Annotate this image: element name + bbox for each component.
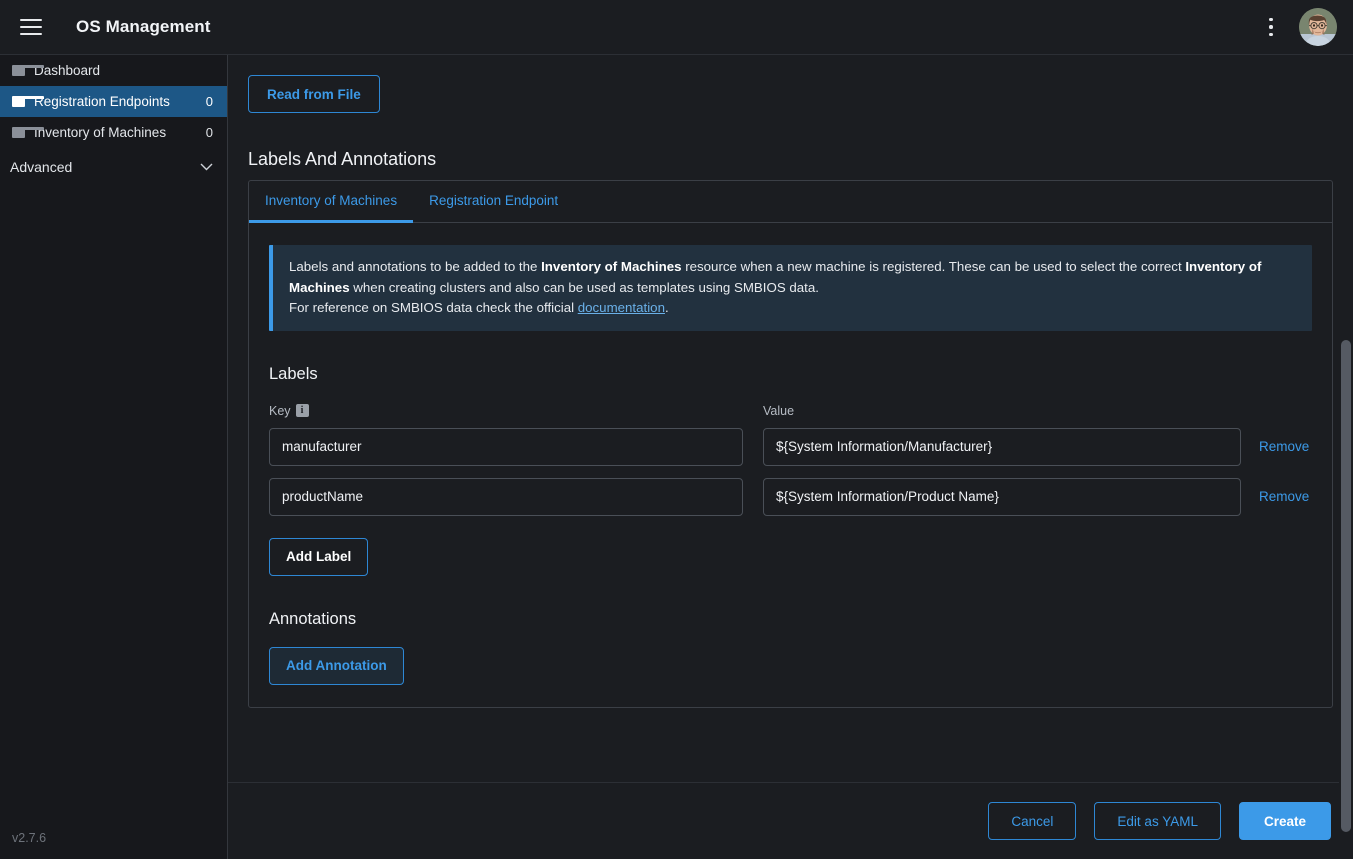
kebab-menu-icon[interactable] bbox=[1259, 12, 1283, 42]
sidebar-item-registration-endpoints[interactable]: Registration Endpoints 0 bbox=[0, 86, 227, 117]
sidebar-item-inventory-of-machines[interactable]: Inventory of Machines 0 bbox=[0, 117, 227, 148]
hamburger-line bbox=[20, 26, 42, 28]
remove-label-link[interactable]: Remove bbox=[1259, 489, 1309, 504]
labels-column-headers: Key i Value bbox=[269, 404, 1312, 418]
version-label: v2.7.6 bbox=[0, 831, 227, 859]
page-title: Labels And Annotations bbox=[248, 149, 1333, 170]
read-from-file-button[interactable]: Read from File bbox=[248, 75, 380, 113]
kebab-dot bbox=[1269, 18, 1273, 22]
sidebar-item-label: Registration Endpoints bbox=[34, 94, 170, 109]
tab-inventory-of-machines[interactable]: Inventory of Machines bbox=[249, 181, 413, 223]
info-text-part2: resource when a new machine is registere… bbox=[682, 259, 1186, 274]
chevron-down-icon bbox=[200, 163, 213, 171]
label-row: Remove bbox=[269, 428, 1312, 466]
app-root: OS Management bbox=[0, 0, 1353, 859]
labels-heading: Labels bbox=[269, 365, 1312, 384]
info-text-line2-pre: For reference on SMBIOS data check the o… bbox=[289, 300, 578, 315]
info-text-part1: Labels and annotations to be added to th… bbox=[289, 259, 541, 274]
label-value-input[interactable] bbox=[763, 478, 1241, 516]
top-bar-actions bbox=[1259, 8, 1337, 46]
label-key-input[interactable] bbox=[269, 428, 743, 466]
main-scroll-area: Read from File Labels And Annotations In… bbox=[228, 55, 1353, 782]
label-row: Remove bbox=[269, 478, 1312, 516]
labels-annotations-panel: Inventory of Machines Registration Endpo… bbox=[248, 180, 1333, 708]
info-text-bold1: Inventory of Machines bbox=[541, 259, 681, 274]
create-button[interactable]: Create bbox=[1239, 802, 1331, 840]
cancel-button[interactable]: Cancel bbox=[988, 802, 1076, 840]
kebab-dot bbox=[1269, 25, 1273, 29]
edit-as-yaml-button[interactable]: Edit as YAML bbox=[1094, 802, 1221, 840]
sidebar-group-advanced[interactable]: Advanced bbox=[0, 150, 227, 184]
panel-body: Labels and annotations to be added to th… bbox=[249, 223, 1332, 707]
page-scrollbar-thumb[interactable] bbox=[1341, 340, 1351, 832]
hamburger-menu-icon[interactable] bbox=[16, 12, 46, 42]
body-row: Dashboard Registration Endpoints 0 Inven… bbox=[0, 55, 1353, 859]
tab-bar: Inventory of Machines Registration Endpo… bbox=[249, 181, 1332, 223]
info-text-part3: when creating clusters and also can be u… bbox=[350, 280, 819, 295]
avatar[interactable] bbox=[1299, 8, 1337, 46]
label-value-input[interactable] bbox=[763, 428, 1241, 466]
tab-registration-endpoint[interactable]: Registration Endpoint bbox=[413, 181, 574, 223]
app-title: OS Management bbox=[76, 17, 211, 37]
key-header-label: Key bbox=[269, 404, 291, 418]
sidebar-item-dashboard[interactable]: Dashboard bbox=[0, 55, 227, 86]
key-column-header: Key i bbox=[269, 404, 743, 418]
info-text-line2-post: . bbox=[665, 300, 669, 315]
label-key-input[interactable] bbox=[269, 478, 743, 516]
hamburger-line bbox=[20, 33, 42, 35]
sidebar-item-count: 0 bbox=[206, 125, 213, 140]
remove-label-link[interactable]: Remove bbox=[1259, 439, 1309, 454]
main-content: Read from File Labels And Annotations In… bbox=[228, 55, 1353, 859]
folder-icon bbox=[12, 127, 25, 138]
annotations-heading: Annotations bbox=[269, 610, 1312, 629]
folder-icon bbox=[12, 65, 25, 76]
footer-action-bar: Cancel Edit as YAML Create bbox=[228, 782, 1353, 859]
sidebar-item-label: Inventory of Machines bbox=[34, 125, 166, 140]
avatar-image bbox=[1299, 8, 1337, 46]
page-scrollbar-track[interactable] bbox=[1339, 55, 1353, 859]
folder-icon bbox=[12, 96, 25, 107]
documentation-link[interactable]: documentation bbox=[578, 300, 665, 315]
top-bar: OS Management bbox=[0, 0, 1353, 55]
hamburger-line bbox=[20, 19, 42, 21]
value-header-label: Value bbox=[763, 404, 794, 418]
sidebar: Dashboard Registration Endpoints 0 Inven… bbox=[0, 55, 228, 859]
add-annotation-button[interactable]: Add Annotation bbox=[269, 647, 404, 685]
value-column-header: Value bbox=[763, 404, 1241, 418]
sidebar-item-count: 0 bbox=[206, 94, 213, 109]
add-label-button[interactable]: Add Label bbox=[269, 538, 368, 576]
info-icon[interactable]: i bbox=[296, 404, 309, 417]
sidebar-group-label: Advanced bbox=[10, 159, 72, 175]
kebab-dot bbox=[1269, 33, 1273, 37]
info-banner: Labels and annotations to be added to th… bbox=[269, 245, 1312, 331]
